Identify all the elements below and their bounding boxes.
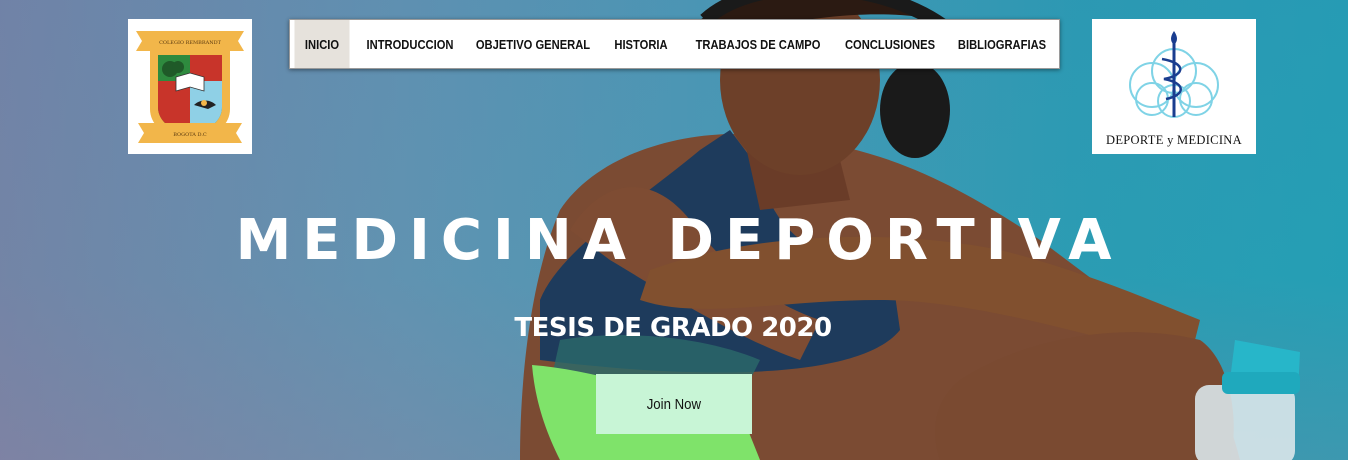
- nav-item-inicio[interactable]: INICIO: [294, 20, 350, 68]
- caduceus-rings-icon: [1129, 31, 1219, 118]
- join-now-button[interactable]: Join Now: [596, 374, 752, 434]
- nav-item-introduccion[interactable]: INTRODUCCION: [362, 20, 458, 68]
- deporte-medicina-logo[interactable]: DEPORTE y MEDICINA: [1092, 19, 1256, 154]
- nav-item-trabajos-de-campo[interactable]: TRABAJOS DE CAMPO: [693, 20, 824, 68]
- nav-item-bibliografias[interactable]: BIBLIOGRAFIAS: [954, 20, 1050, 68]
- nav-item-conclusiones[interactable]: CONCLUSIONES: [842, 20, 938, 68]
- school-crest-icon: COLEGIO REMBRANDT BOGOTA D.C: [136, 31, 244, 143]
- main-nav: INICIO INTRODUCCION OBJETIVO GENERAL HIS…: [289, 19, 1060, 69]
- crest-top-banner-text: COLEGIO REMBRANDT: [159, 40, 222, 46]
- hero-title: MEDICINA DEPORTIVA: [235, 208, 1123, 273]
- hero-subtitle: TESIS DE GRADO 2020: [514, 313, 832, 343]
- nav-item-objetivo-general[interactable]: OBJETIVO GENERAL: [475, 20, 590, 68]
- logo-right-caption: DEPORTE y MEDICINA: [1106, 133, 1242, 147]
- school-crest-logo[interactable]: COLEGIO REMBRANDT BOGOTA D.C: [128, 19, 252, 154]
- crest-bottom-banner-text: BOGOTA D.C: [173, 132, 207, 138]
- join-now-label: Join Now: [646, 395, 702, 413]
- nav-item-historia[interactable]: HISTORIA: [606, 20, 677, 68]
